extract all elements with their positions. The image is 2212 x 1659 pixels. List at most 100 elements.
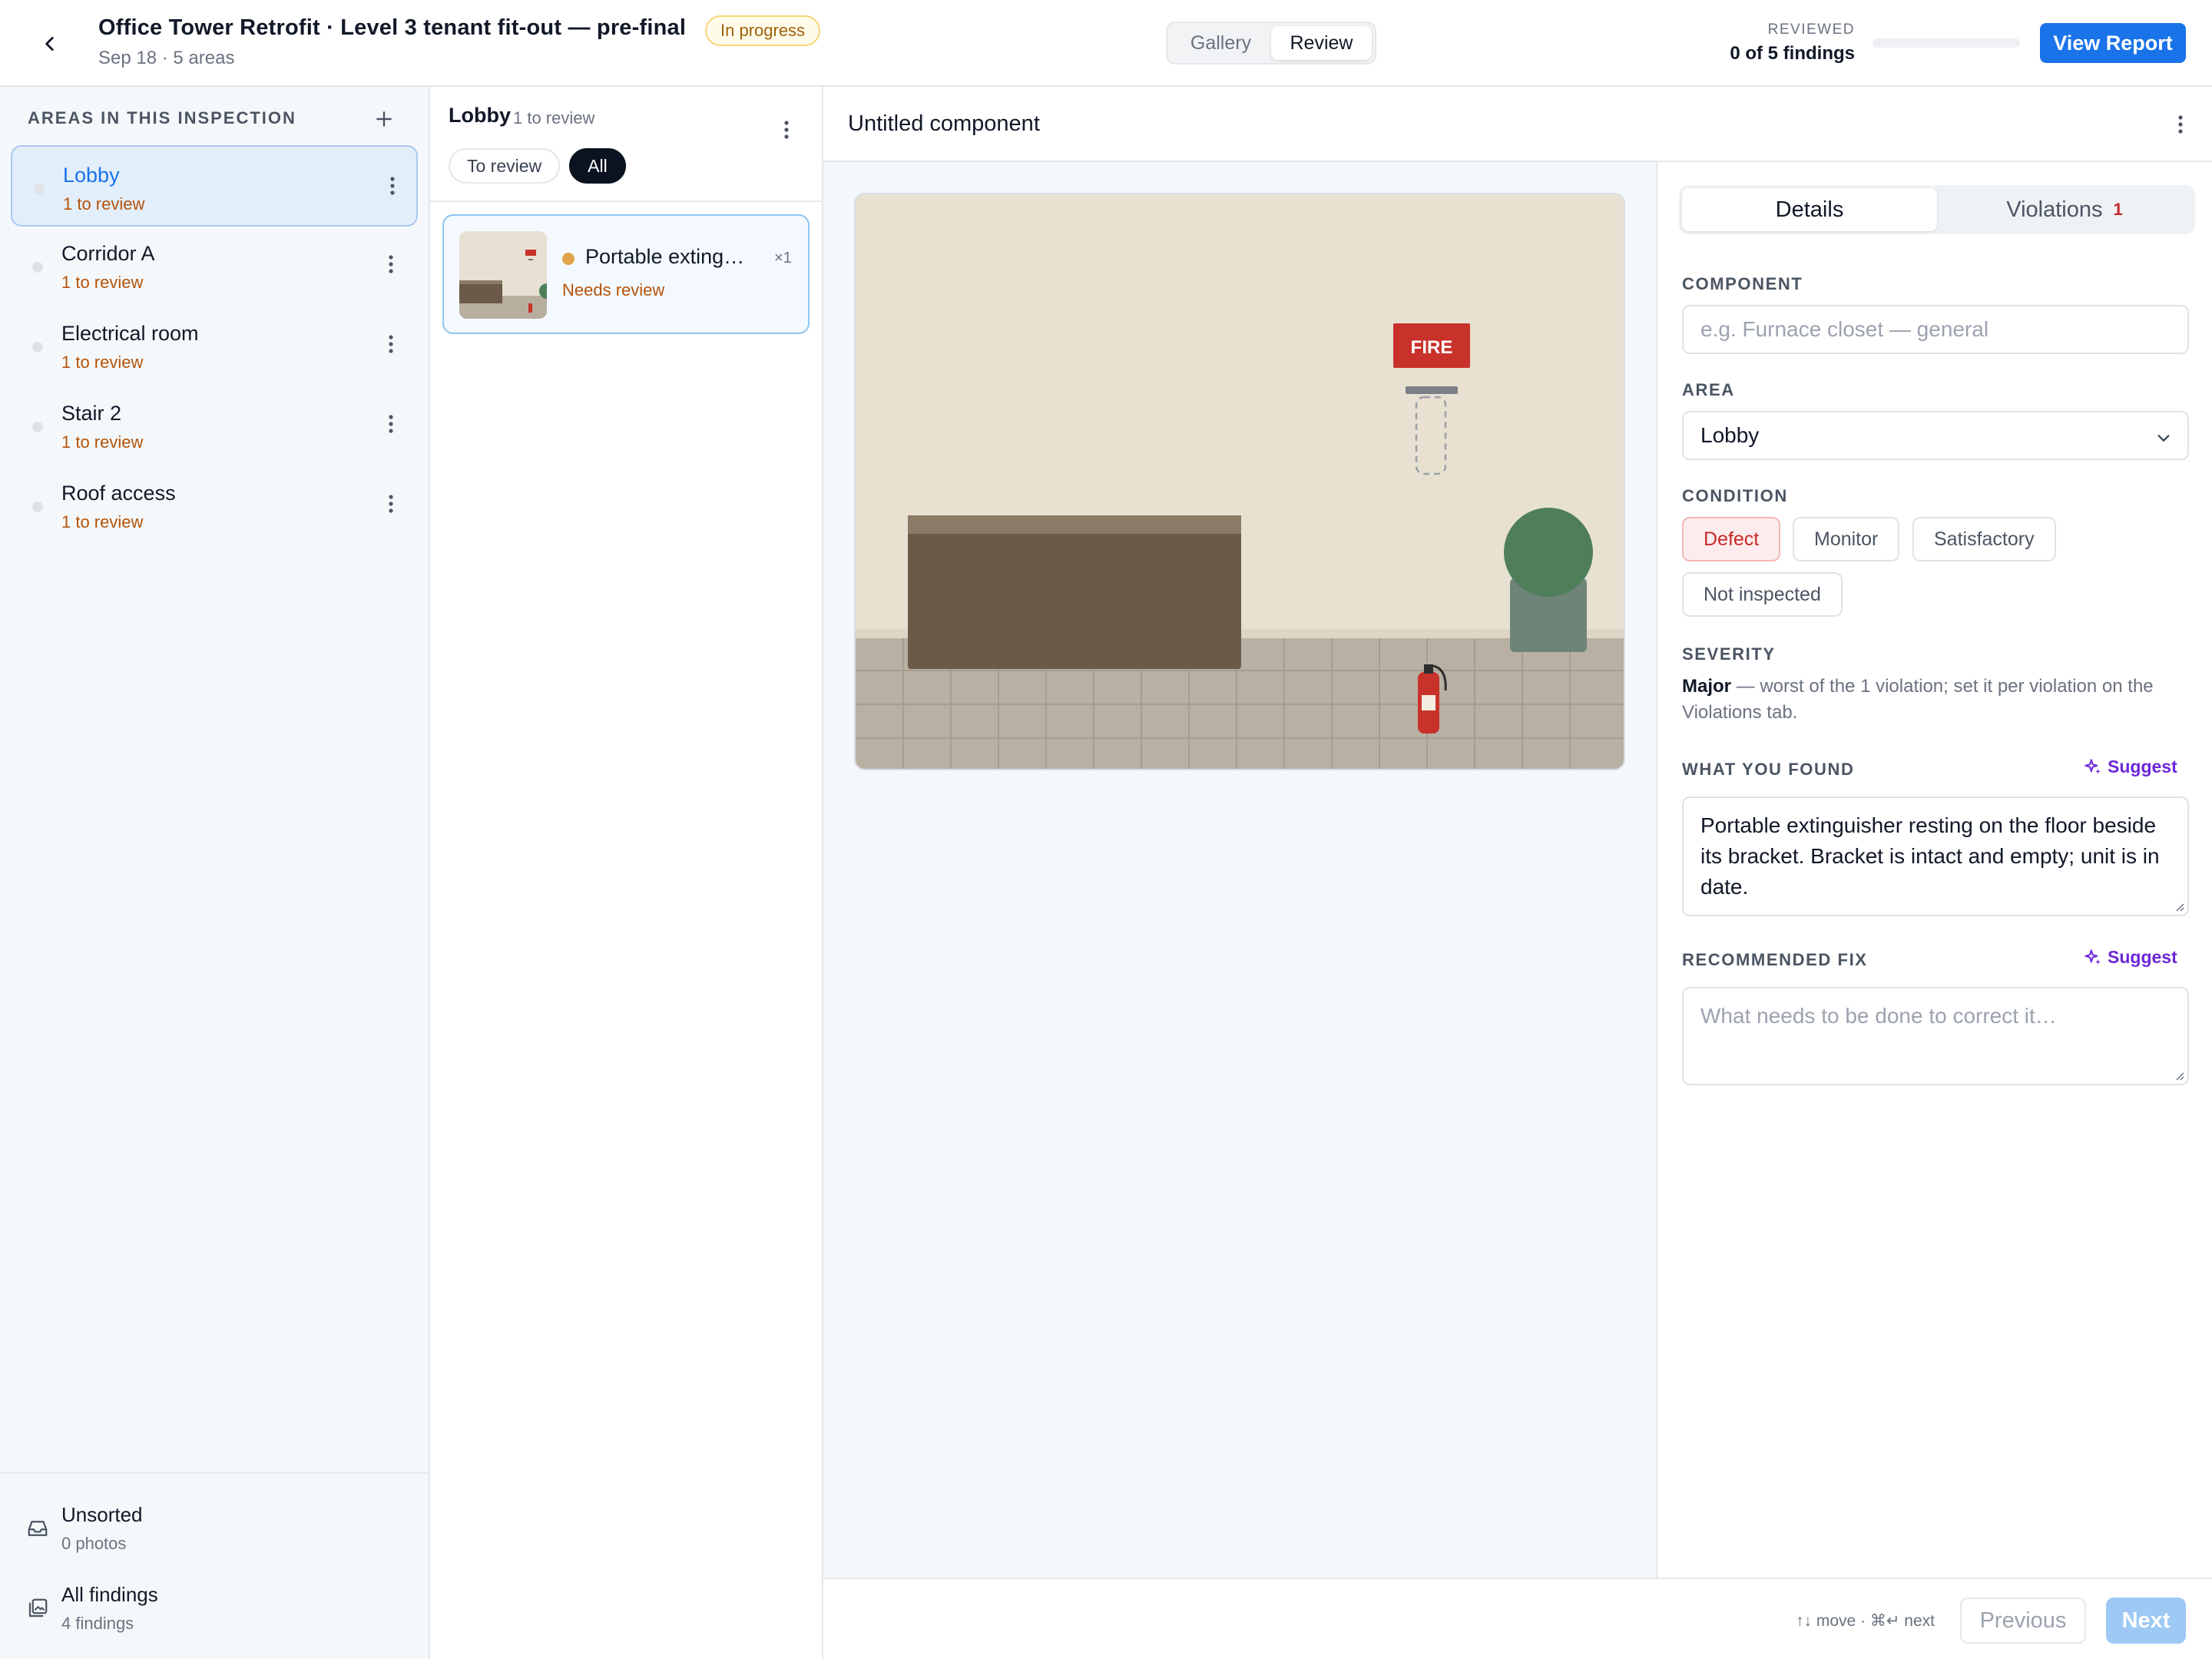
recommended-fix-textarea[interactable]: What needs to be done to correct it…	[1682, 987, 2189, 1085]
resize-handle-icon[interactable]	[2174, 1070, 2184, 1081]
images-icon	[28, 1598, 48, 1618]
tab-review[interactable]: Review	[1271, 26, 1372, 60]
suggest-label: Suggest	[2108, 757, 2177, 777]
component-label: COMPONENT	[1682, 274, 1803, 293]
sparkle-icon	[2085, 758, 2101, 774]
list-title-count: 1 to review	[513, 108, 595, 127]
area-name: Electrical room	[61, 322, 199, 345]
tab-violations[interactable]: Violations 1	[1937, 188, 2192, 231]
tab-violations-label: Violations	[2006, 197, 2103, 222]
detail-tabs: Details Violations 1	[1679, 185, 2195, 234]
review-footer: ↑↓ move · ⌘↵ next Previous Next	[823, 1578, 2212, 1659]
filter-all[interactable]: All	[569, 148, 626, 184]
area-name: Corridor A	[61, 242, 155, 265]
view-toggle: Gallery Review	[1166, 22, 1376, 65]
suggest-fix-button[interactable]: Suggest	[2083, 947, 2177, 968]
area-menu-button[interactable]	[379, 333, 402, 356]
filter-chips: To review All	[449, 148, 626, 184]
finding-photo[interactable]: FIRE	[854, 193, 1625, 770]
list-menu-button[interactable]	[775, 118, 798, 141]
what-you-found-textarea[interactable]: Portable extinguisher resting on the flo…	[1682, 796, 2189, 916]
kebab-icon	[389, 335, 393, 353]
sidebar-item-electrical-room[interactable]: Electrical room 1 to review	[11, 305, 418, 386]
area-count: 1 to review	[61, 273, 144, 292]
viewer-header: Untitled component	[823, 87, 2212, 162]
suggest-label: Suggest	[2108, 947, 2177, 967]
chevron-left-icon	[45, 37, 54, 51]
view-report-button[interactable]: View Report	[2040, 23, 2186, 63]
sidebar-item-roof-access[interactable]: Roof access 1 to review	[11, 465, 418, 546]
inspection-subtitle: Sep 18 · 5 areas	[98, 48, 235, 68]
status-badge: In progress	[705, 15, 821, 46]
unsorted-count: 0 photos	[61, 1534, 127, 1553]
sidebar-item-lobby[interactable]: Lobby 1 to review	[11, 145, 418, 227]
inbox-icon	[28, 1521, 48, 1536]
finding-name: Portable extinguisher	[585, 245, 754, 268]
what-you-found-text: Portable extinguisher resting on the flo…	[1700, 813, 2160, 899]
reviewed-label: REVIEWED	[1767, 22, 1855, 38]
kebab-icon	[389, 255, 393, 273]
sidebar-item-corridor-a[interactable]: Corridor A 1 to review	[11, 225, 418, 306]
what-you-found-label: WHAT YOU FOUND	[1682, 760, 1855, 779]
condition-not-inspected-button[interactable]: Not inspected	[1682, 572, 1843, 617]
sparkle-icon	[2085, 949, 2101, 965]
sidebar-item-stair-2[interactable]: Stair 2 1 to review	[11, 385, 418, 466]
finding-thumbnail	[459, 231, 547, 319]
areas-sidebar: AREAS IN THIS INSPECTION Lobby 1 to revi…	[0, 87, 430, 1659]
finding-status: Needs review	[562, 280, 665, 300]
list-divider	[430, 200, 822, 202]
previous-button[interactable]: Previous	[1960, 1598, 2086, 1644]
sidebar-item-unsorted[interactable]: Unsorted 0 photos	[0, 1488, 429, 1565]
add-area-button[interactable]	[372, 107, 396, 131]
area-menu-button[interactable]	[381, 174, 404, 197]
recommended-fix-placeholder: What needs to be done to correct it…	[1700, 1004, 2057, 1028]
sidebar-item-all-findings[interactable]: All findings 4 findings	[0, 1568, 429, 1644]
suggest-found-button[interactable]: Suggest	[2083, 757, 2177, 777]
condition-satisfactory-button[interactable]: Satisfactory	[1912, 517, 2056, 561]
reviewed-count: 0 of 5 findings	[1730, 43, 1855, 64]
next-button[interactable]: Next	[2106, 1598, 2186, 1644]
resize-handle-icon[interactable]	[2174, 901, 2184, 912]
keyboard-hint: ↑↓ move · ⌘↵ next	[1796, 1612, 1935, 1630]
area-menu-button[interactable]	[379, 412, 402, 435]
review-progress-bar	[1873, 38, 2020, 48]
kebab-icon	[2178, 115, 2183, 134]
tab-details[interactable]: Details	[1682, 188, 1937, 231]
area-name: Stair 2	[61, 402, 122, 425]
component-menu-button[interactable]	[2169, 113, 2192, 136]
area-status-dot	[34, 184, 45, 194]
condition-defect-button[interactable]: Defect	[1682, 517, 1781, 561]
list-title: Lobby	[449, 104, 511, 127]
area-select-value: Lobby	[1700, 423, 1760, 447]
back-button[interactable]	[31, 25, 69, 63]
finding-status-dot	[562, 253, 575, 265]
top-bar: Office Tower Retrofit · Level 3 tenant f…	[0, 0, 2212, 87]
tab-details-label: Details	[1775, 197, 1844, 222]
tab-gallery[interactable]: Gallery	[1171, 26, 1271, 60]
condition-label: CONDITION	[1682, 486, 1788, 505]
filter-to-review[interactable]: To review	[449, 148, 561, 184]
kebab-icon	[390, 177, 395, 195]
area-menu-button[interactable]	[379, 253, 402, 276]
severity-label: SEVERITY	[1682, 644, 1776, 664]
component-title: Untitled component	[848, 111, 1040, 136]
component-viewer: Untitled component FIRE Details Violatio…	[823, 87, 2212, 1659]
violations-count-badge: 1	[2113, 200, 2123, 219]
severity-note: — worst of the 1 violation; set it per v…	[1682, 676, 2154, 723]
all-findings-title: All findings	[61, 1583, 158, 1606]
area-select[interactable]: Lobby	[1682, 411, 2189, 460]
findings-list-column: Lobby 1 to review To review All Portable…	[430, 87, 823, 1659]
kebab-icon	[389, 495, 393, 513]
plus-icon	[376, 111, 392, 127]
photo-canvas: FIRE	[823, 162, 1657, 1578]
area-menu-button[interactable]	[379, 492, 402, 515]
unsorted-title: Unsorted	[61, 1503, 143, 1526]
details-panel: Details Violations 1 COMPONENT e.g. Furna…	[1659, 162, 2212, 1578]
finding-card[interactable]: Portable extinguisher ×1 Needs review	[442, 214, 810, 334]
condition-monitor-button[interactable]: Monitor	[1793, 517, 1900, 561]
areas-heading: AREAS IN THIS INSPECTION	[28, 108, 296, 127]
kebab-icon	[389, 415, 393, 433]
severity-description: Major — worst of the 1 violation; set it…	[1682, 674, 2189, 726]
component-input[interactable]: e.g. Furnace closet — general	[1682, 305, 2189, 354]
chevron-down-icon	[2157, 435, 2170, 442]
